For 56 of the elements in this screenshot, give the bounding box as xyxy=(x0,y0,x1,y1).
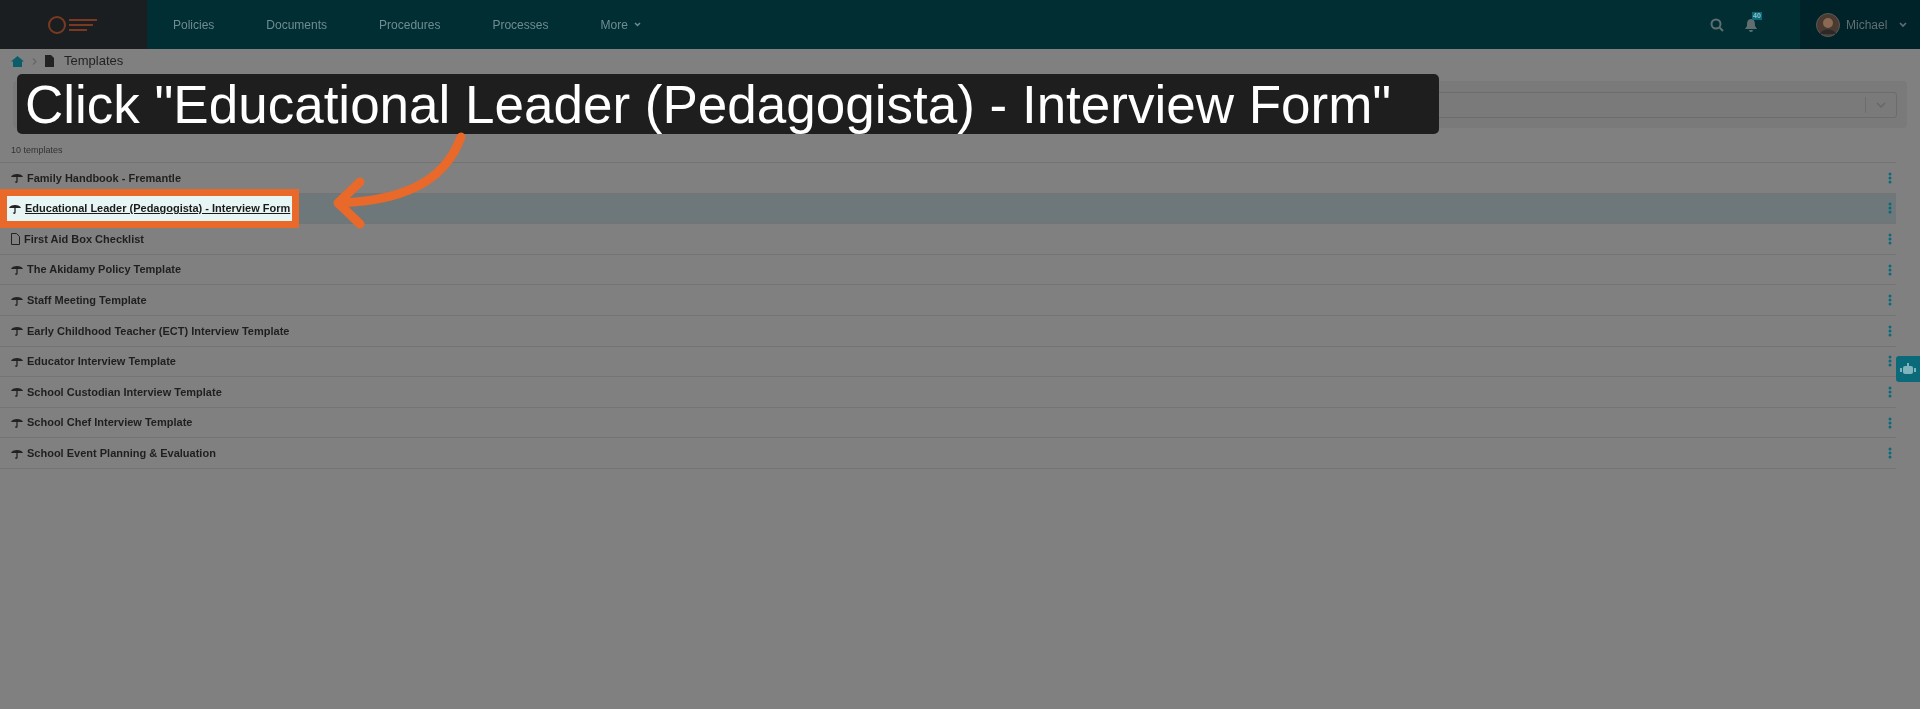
user-name[interactable]: Michael xyxy=(1846,15,1888,34)
template-count: 10 templates xyxy=(10,144,64,157)
more-options-icon[interactable] xyxy=(1888,324,1892,337)
template-row[interactable]: Staff Meeting Template xyxy=(0,285,1896,316)
template-title[interactable]: Staff Meeting Template xyxy=(27,291,147,309)
assistant-button[interactable] xyxy=(1896,356,1920,382)
more-options-icon[interactable] xyxy=(1888,294,1892,307)
chevron-down-icon[interactable] xyxy=(1899,21,1908,28)
umbrella-icon xyxy=(11,447,23,459)
more-options-icon[interactable] xyxy=(1888,171,1892,184)
template-row[interactable]: Early Childhood Teacher (ECT) Interview Template xyxy=(0,315,1896,347)
chevron-right-icon xyxy=(32,57,37,65)
umbrella-icon xyxy=(11,386,23,398)
home-icon[interactable] xyxy=(11,55,24,67)
template-file-icon xyxy=(45,55,56,67)
template-title[interactable]: School Chef Interview Template xyxy=(27,414,193,431)
umbrella-icon xyxy=(11,417,23,429)
more-options-icon[interactable] xyxy=(1888,447,1892,460)
template-title[interactable]: First Aid Box Checklist xyxy=(24,230,144,248)
more-options-icon[interactable] xyxy=(1888,263,1892,276)
robot-icon xyxy=(1900,363,1916,375)
nav-link[interactable]: Policies xyxy=(147,15,241,34)
template-row[interactable]: First Aid Box Checklist xyxy=(0,224,1896,255)
template-row[interactable]: Educational Leader (Pedagogista) - Interview Form xyxy=(0,193,1896,225)
nav-link[interactable]: Documents xyxy=(240,15,354,34)
more-options-icon[interactable] xyxy=(1888,385,1892,398)
nav-link[interactable]: Processes xyxy=(466,15,575,34)
search-icon[interactable] xyxy=(1710,17,1724,32)
template-row[interactable]: School Chef Interview Template xyxy=(0,407,1896,439)
more-options-icon[interactable] xyxy=(1888,416,1892,429)
more-options-icon[interactable] xyxy=(1888,233,1892,245)
template-title[interactable]: The Akidamy Policy Template xyxy=(27,261,182,278)
template-title[interactable]: Family Handbook - Fremantle xyxy=(27,169,182,187)
breadcrumb-current: Templates xyxy=(64,52,124,71)
template-row[interactable]: Educator Interview Template xyxy=(0,346,1896,378)
umbrella-icon xyxy=(11,264,23,276)
umbrella-icon xyxy=(11,325,23,337)
umbrella-icon xyxy=(11,294,23,306)
template-row[interactable]: School Event Planning & Evaluation xyxy=(0,438,1896,469)
instruction-tooltip: Click "Educational Leader (Pedagogista) - Interview Form" xyxy=(17,74,1439,134)
template-title[interactable]: Educator Interview Template xyxy=(27,353,176,370)
template-title[interactable]: School Event Planning & Evaluation xyxy=(27,444,216,462)
template-row[interactable]: The Akidamy Policy Template xyxy=(0,254,1896,286)
more-options-icon[interactable] xyxy=(1888,202,1892,215)
umbrella-icon xyxy=(11,355,23,367)
template-title[interactable]: Early Childhood Teacher (ECT) Interview Template xyxy=(27,322,290,339)
umbrella-icon xyxy=(11,172,23,184)
umbrella-icon xyxy=(9,202,21,214)
avatar[interactable] xyxy=(1816,12,1840,37)
bell-icon[interactable] xyxy=(1744,17,1758,33)
template-title[interactable]: School Custodian Interview Template xyxy=(27,383,222,401)
template-row[interactable]: School Custodian Interview Template xyxy=(0,377,1896,408)
more-options-icon[interactable] xyxy=(1888,355,1892,368)
nav-link[interactable]: Procedures xyxy=(353,15,467,34)
file-icon xyxy=(11,233,20,245)
nav-link[interactable]: More xyxy=(574,15,667,34)
